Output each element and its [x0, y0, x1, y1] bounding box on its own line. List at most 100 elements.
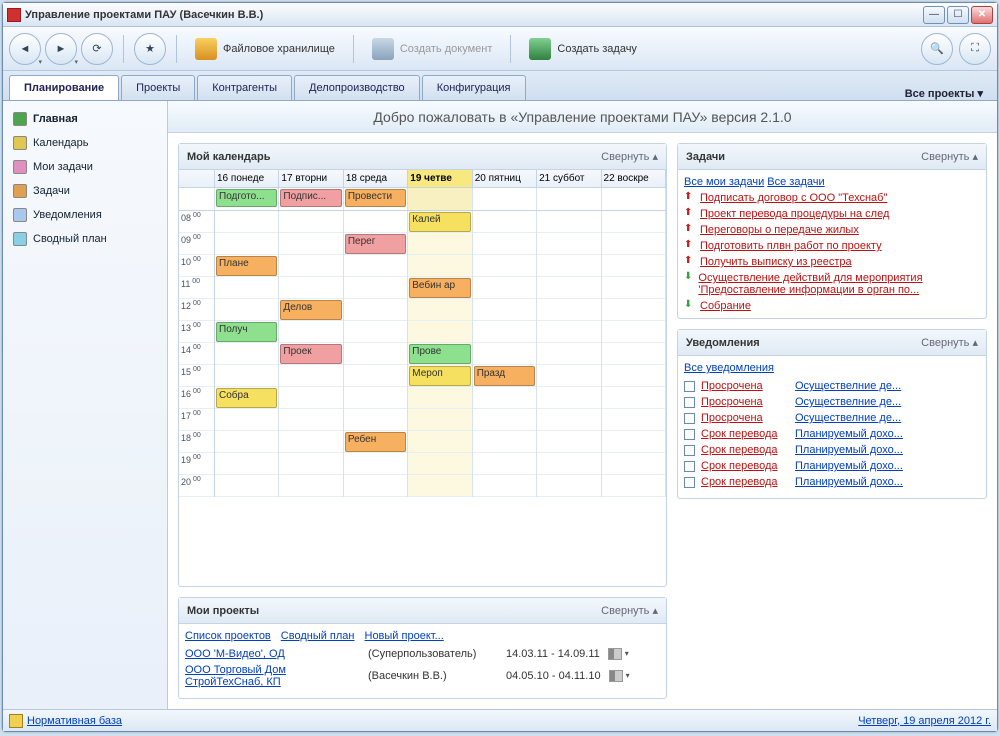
plan-icon [13, 232, 27, 246]
search-button[interactable]: 🔍 [921, 33, 953, 65]
close-button[interactable]: ✕ [971, 6, 993, 24]
sidebar: Главная Календарь Мои задачи Задачи Увед… [3, 101, 168, 709]
calendar-title: Мой календарь [187, 151, 271, 163]
status-left-link[interactable]: Нормативная база [27, 715, 122, 727]
notification-link[interactable]: Осуществелние де... [795, 412, 901, 424]
calendar-event[interactable]: Плане [216, 256, 277, 276]
notification-link[interactable]: Планируемый дохо... [795, 444, 903, 456]
calendar-event[interactable]: Мероп [409, 366, 470, 386]
projects-link[interactable]: Сводный план [281, 630, 355, 642]
sidebar-item-tasks[interactable]: Задачи [7, 179, 163, 203]
gantt-icon[interactable] [609, 670, 623, 682]
sidebar-item-calendar[interactable]: Календарь [7, 131, 163, 155]
notification-checkbox[interactable] [684, 413, 695, 424]
task-link[interactable]: Подготовить плвн работ по проекту [700, 240, 882, 252]
file-storage-button[interactable]: Файловое хранилище [187, 33, 343, 65]
notification-link[interactable]: Планируемый дохо... [795, 476, 903, 488]
refresh-button[interactable]: ⟳ [81, 33, 113, 65]
projects-link[interactable]: Список проектов [185, 630, 271, 642]
notification-status[interactable]: Срок перевода [701, 444, 789, 456]
create-document-button[interactable]: Создать документ [364, 33, 501, 65]
maximize-button[interactable]: ☐ [947, 6, 969, 24]
notification-checkbox[interactable] [684, 381, 695, 392]
calendar-day-header[interactable]: 20 пятниц [473, 170, 537, 187]
task-link[interactable]: Подписать договор с ООО "Техснаб" [700, 192, 887, 204]
task-link[interactable]: Осуществление действий для мероприятия '… [698, 272, 980, 296]
fullscreen-button[interactable]: ⛶ [959, 33, 991, 65]
favorite-button[interactable]: ★ [134, 33, 166, 65]
projects-panel: Мои проекты Свернуть ▴ Список проектовСв… [178, 597, 667, 699]
project-name-link[interactable]: ООО Торговый Дом СтройТехСнаб, КП [185, 664, 360, 688]
calendar-allday-event[interactable]: Подгото... [216, 189, 277, 207]
notification-link[interactable]: Планируемый дохо... [795, 460, 903, 472]
sidebar-item-notifs[interactable]: Уведомления [7, 203, 163, 227]
projects-link[interactable]: Новый проект... [365, 630, 444, 642]
notification-status[interactable]: Просрочена [701, 412, 789, 424]
tab-projects[interactable]: Проекты [121, 75, 195, 100]
notification-link[interactable]: Осуществелние де... [795, 380, 901, 392]
calendar-event[interactable]: Получ [216, 322, 277, 342]
calendar-event[interactable]: Калей [409, 212, 470, 232]
calendar-day-header[interactable]: 17 вторни [279, 170, 343, 187]
notifications-panel: Уведомления Свернуть ▴ Все уведомленияПр… [677, 329, 987, 499]
tab-config[interactable]: Конфигурация [422, 75, 526, 100]
notifs-collapse[interactable]: Свернуть ▴ [921, 336, 978, 349]
notification-checkbox[interactable] [684, 429, 695, 440]
notification-link[interactable]: Планируемый дохо... [795, 428, 903, 440]
notification-status[interactable]: Срок перевода [701, 460, 789, 472]
calendar-event[interactable]: Ребен [345, 432, 406, 452]
notification-checkbox[interactable] [684, 461, 695, 472]
calendar-hour-label: 08 00 [179, 211, 214, 233]
task-link[interactable]: Получить выписку из реестра [700, 256, 852, 268]
notification-checkbox[interactable] [684, 445, 695, 456]
calendar-event[interactable]: Перег [345, 234, 406, 254]
task-link[interactable]: Собрание [700, 300, 751, 312]
all-notifications-link[interactable]: Все уведомления [684, 362, 774, 374]
tasks-filter-link[interactable]: Все мои задачи [684, 176, 764, 188]
gantt-icon[interactable] [608, 648, 622, 660]
tasks-filter-link[interactable]: Все задачи [767, 176, 824, 188]
calendar-hour-label: 15 00 [179, 365, 214, 387]
calendar-event[interactable]: Делов [280, 300, 341, 320]
tab-contragents[interactable]: Контрагенты [197, 75, 292, 100]
calendar-event[interactable]: Собра [216, 388, 277, 408]
notification-checkbox[interactable] [684, 397, 695, 408]
calendar-event[interactable]: Празд [474, 366, 535, 386]
calendar-day-header[interactable]: 21 суббот [537, 170, 601, 187]
sidebar-item-plan[interactable]: Сводный план [7, 227, 163, 251]
calendar-day-header[interactable]: 18 среда [344, 170, 408, 187]
notification-status[interactable]: Просрочена [701, 380, 789, 392]
calendar-allday-event[interactable]: Провести [345, 189, 406, 207]
calendar-collapse[interactable]: Свернуть ▴ [601, 150, 658, 163]
bell-icon [13, 208, 27, 222]
sidebar-item-mytasks[interactable]: Мои задачи [7, 155, 163, 179]
create-task-button[interactable]: Создать задачу [521, 33, 645, 65]
all-projects-dropdown[interactable]: Все проекты ▾ [897, 87, 991, 100]
status-date[interactable]: Четверг, 19 апреля 2012 г. [858, 715, 991, 727]
forward-button[interactable]: ► [45, 33, 77, 65]
notification-link[interactable]: Осуществелние де... [795, 396, 901, 408]
notification-checkbox[interactable] [684, 477, 695, 488]
calendar-hour-label: 17 00 [179, 409, 214, 431]
projects-collapse[interactable]: Свернуть ▴ [601, 604, 658, 617]
task-link[interactable]: Проект перевода процедуры на след [700, 208, 889, 220]
minimize-button[interactable]: — [923, 6, 945, 24]
tab-workflow[interactable]: Делопроизводство [294, 75, 420, 100]
tab-planning[interactable]: Планирование [9, 75, 119, 100]
priority-arrow-icon: ⬇ [684, 272, 692, 282]
sidebar-item-home[interactable]: Главная [7, 107, 163, 131]
calendar-day-header[interactable]: 19 четве [408, 170, 472, 187]
notification-status[interactable]: Срок перевода [701, 428, 789, 440]
tasks-collapse[interactable]: Свернуть ▴ [921, 150, 978, 163]
calendar-event[interactable]: Прове [409, 344, 470, 364]
notification-status[interactable]: Просрочена [701, 396, 789, 408]
project-name-link[interactable]: ООО 'М-Видео', ОД [185, 648, 360, 660]
calendar-day-header[interactable]: 16 понеде [215, 170, 279, 187]
calendar-event[interactable]: Вебин ар [409, 278, 470, 298]
calendar-event[interactable]: Проек [280, 344, 341, 364]
calendar-day-header[interactable]: 22 воскре [602, 170, 666, 187]
calendar-allday-event[interactable]: Подпис... [280, 189, 341, 207]
task-link[interactable]: Переговоры о передаче жилых [700, 224, 859, 236]
notification-status[interactable]: Срок перевода [701, 476, 789, 488]
back-button[interactable]: ◄ [9, 33, 41, 65]
